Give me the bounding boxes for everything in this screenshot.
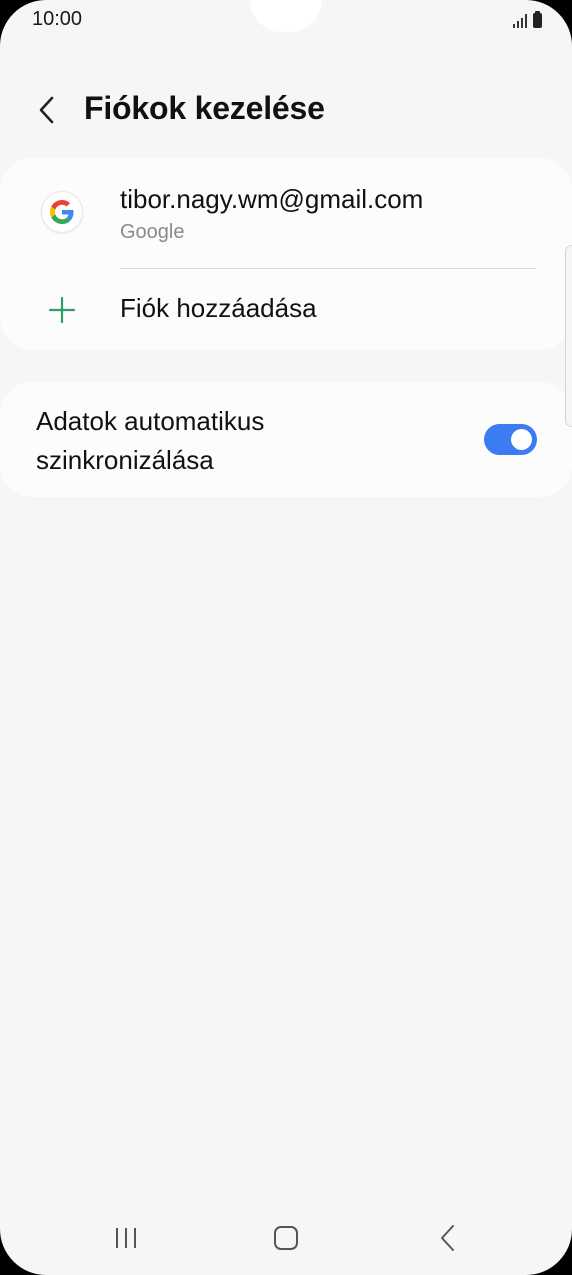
recents-button[interactable] [107,1222,147,1254]
status-icons [513,10,542,28]
home-button[interactable] [266,1222,306,1254]
status-bar: 10:00 [0,0,572,40]
back-icon [441,1225,454,1251]
recents-icon [116,1228,136,1248]
navigation-bar [0,1200,572,1275]
status-time: 10:00 [32,8,83,30]
back-button[interactable] [30,92,66,128]
home-icon [274,1226,298,1250]
page-title: Fiókok kezelése [84,90,325,126]
divider [120,268,536,269]
header: Fiókok kezelése [0,80,572,142]
add-account-button[interactable]: Fiók hozzáadása [0,270,572,350]
chevron-left-icon [39,96,54,124]
toggle-knob [511,429,532,450]
accounts-card: tibor.nagy.wm@gmail.com Google Fiók hozz… [0,158,572,350]
account-email: tibor.nagy.wm@gmail.com [120,184,424,214]
plus-icon [48,296,76,324]
sync-card: Adatok automatikus szinkronizálása [0,382,572,497]
google-icon [42,192,82,232]
side-scroll-handle[interactable] [565,245,572,427]
signal-icon [513,12,527,28]
account-provider: Google [120,221,185,243]
battery-icon [533,11,542,28]
screen: 10:00 Fiókok kezelése tibor.nagy.wm@gmai… [0,0,572,1275]
auto-sync-label: Adatok automatikus szinkronizálása [36,406,265,475]
add-account-label: Fiók hozzáadása [120,293,317,323]
nav-back-button[interactable] [428,1222,468,1254]
auto-sync-toggle[interactable] [484,424,537,455]
account-item-google[interactable]: tibor.nagy.wm@gmail.com Google [0,158,572,268]
